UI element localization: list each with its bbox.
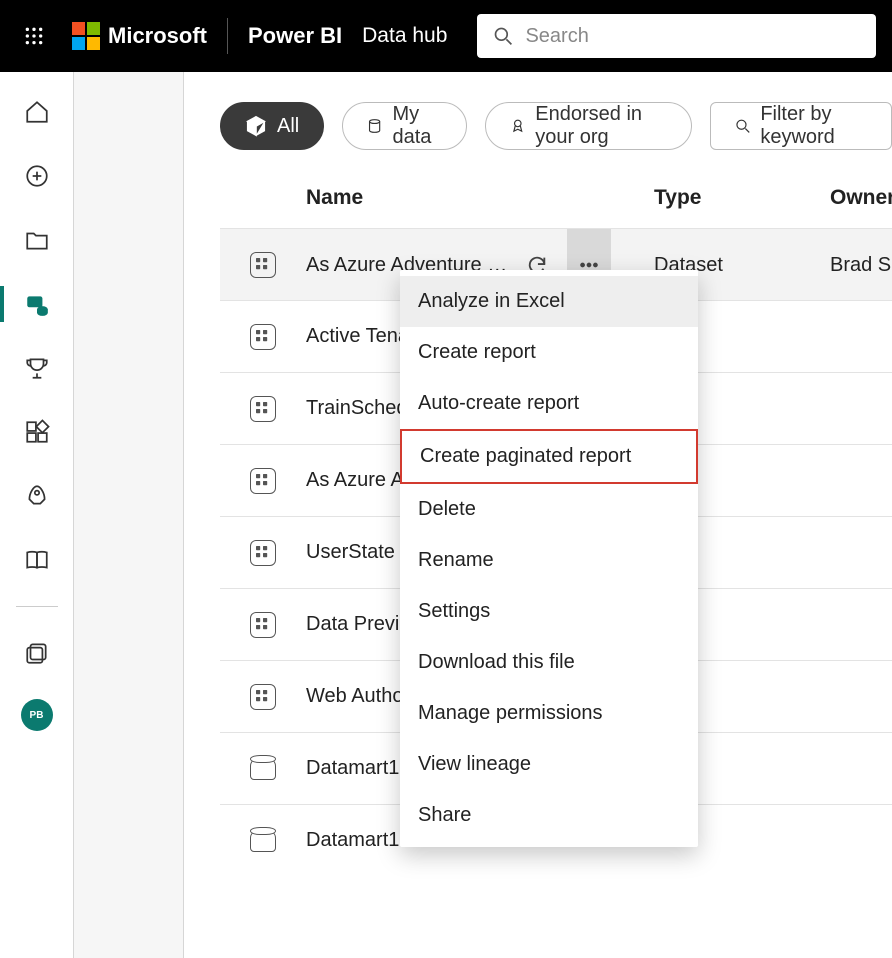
left-nav-rail: PB	[0, 72, 74, 958]
row-type-icon	[220, 252, 306, 278]
filter-chip-row: All My data Endorsed in your org Filter …	[220, 102, 892, 150]
row-name: Datamart1	[306, 829, 407, 852]
filter-chip-my-data[interactable]: My data	[342, 102, 466, 150]
row-type-icon	[220, 684, 306, 710]
user-avatar[interactable]: PB	[21, 699, 53, 731]
chip-label: Endorsed in your org	[535, 103, 667, 149]
nav-learn[interactable]	[17, 542, 57, 578]
row-type-icon	[220, 468, 306, 494]
divider	[227, 18, 228, 54]
row-name: Datamart1	[306, 757, 407, 780]
column-header-type[interactable]: Type	[654, 186, 830, 210]
row-type-icon	[220, 612, 306, 638]
nav-browse[interactable]	[17, 222, 57, 258]
cube-icon	[245, 115, 267, 137]
column-header-name[interactable]: Name	[306, 186, 654, 210]
table-header-row: Name Type Owner	[220, 186, 892, 228]
search-input[interactable]	[525, 25, 860, 48]
page-title[interactable]: Data hub	[362, 24, 447, 48]
secondary-panel-collapsed	[74, 72, 184, 958]
row-name: UserState	[306, 541, 403, 564]
badge-icon	[510, 115, 526, 137]
context-menu-item[interactable]: Analyze in Excel	[400, 276, 698, 327]
nav-data-hub[interactable]	[17, 286, 57, 322]
context-menu-item[interactable]: Create report	[400, 327, 698, 378]
search-box[interactable]	[477, 14, 876, 58]
context-menu: Analyze in ExcelCreate reportAuto-create…	[400, 270, 698, 847]
brand-text: Microsoft	[108, 23, 207, 49]
row-type-icon	[220, 324, 306, 350]
microsoft-logo-icon	[72, 22, 100, 50]
nav-create[interactable]	[17, 158, 57, 194]
rail-divider	[16, 606, 58, 607]
context-menu-item[interactable]: Auto-create report	[400, 378, 698, 429]
search-icon	[735, 115, 751, 137]
chip-label: Filter by keyword	[760, 103, 867, 149]
nav-deployment[interactable]	[17, 478, 57, 514]
row-type-icon	[220, 396, 306, 422]
search-icon	[493, 25, 513, 47]
context-menu-item[interactable]: Manage permissions	[400, 688, 698, 739]
context-menu-item[interactable]: Settings	[400, 586, 698, 637]
filter-by-keyword-button[interactable]: Filter by keyword	[710, 102, 892, 150]
nav-metrics[interactable]	[17, 350, 57, 386]
row-owner: Brad S	[830, 254, 892, 277]
row-type-icon	[220, 830, 306, 852]
column-header-owner[interactable]: Owner	[830, 186, 892, 210]
row-type-icon	[220, 758, 306, 780]
context-menu-item[interactable]: Rename	[400, 535, 698, 586]
nav-workspaces[interactable]	[17, 635, 57, 671]
chip-label: All	[277, 115, 299, 138]
context-menu-item[interactable]: Delete	[400, 484, 698, 535]
context-menu-item[interactable]: Create paginated report	[400, 429, 698, 484]
row-type-icon	[220, 540, 306, 566]
database-icon	[367, 115, 382, 137]
context-menu-item[interactable]: Download this file	[400, 637, 698, 688]
nav-apps[interactable]	[17, 414, 57, 450]
filter-chip-endorsed[interactable]: Endorsed in your org	[485, 102, 692, 150]
context-menu-item[interactable]: Share	[400, 790, 698, 841]
top-header: Microsoft Power BI Data hub	[0, 0, 892, 72]
microsoft-logo[interactable]: Microsoft	[72, 22, 207, 50]
context-menu-item[interactable]: View lineage	[400, 739, 698, 790]
chip-label: My data	[392, 103, 441, 149]
app-name[interactable]: Power BI	[248, 23, 342, 49]
app-launcher-icon[interactable]	[16, 18, 52, 54]
nav-home[interactable]	[17, 94, 57, 130]
filter-chip-all[interactable]: All	[220, 102, 324, 150]
